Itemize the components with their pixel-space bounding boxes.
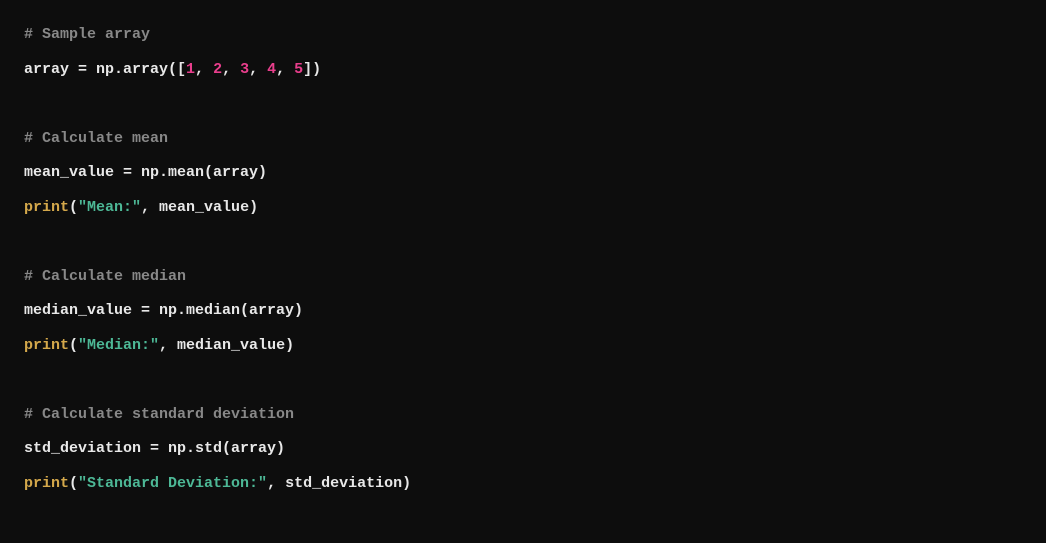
code-line: median_value = np.median(array) xyxy=(24,294,1022,329)
code-token-string: "Standard Deviation:" xyxy=(78,475,267,492)
code-line: # Calculate standard deviation xyxy=(24,398,1022,433)
code-comment: # Sample array xyxy=(24,26,150,43)
code-token-string: "Mean:" xyxy=(78,199,141,216)
code-token-number: 5 xyxy=(294,61,303,78)
code-line: print("Standard Deviation:", std_deviati… xyxy=(24,467,1022,502)
code-token-default: , std_deviation) xyxy=(267,475,411,492)
code-line xyxy=(24,363,1022,398)
code-token-default: , mean_value) xyxy=(141,199,258,216)
code-token-default: ( xyxy=(69,337,78,354)
code-token-default: , median_value) xyxy=(159,337,294,354)
code-token-default: mean_value = np.mean(array) xyxy=(24,164,267,181)
code-comment: # Calculate standard deviation xyxy=(24,406,294,423)
code-token-number: 2 xyxy=(213,61,222,78)
code-line: std_deviation = np.std(array) xyxy=(24,432,1022,467)
code-token-number: 1 xyxy=(186,61,195,78)
code-token-default: , xyxy=(222,61,240,78)
code-token-default: ( xyxy=(69,199,78,216)
code-line: array = np.array([1, 2, 3, 4, 5]) xyxy=(24,53,1022,88)
code-line xyxy=(24,87,1022,122)
code-block: # Sample array array = np.array([1, 2, 3,… xyxy=(24,18,1022,501)
code-token-default: array = np.array([ xyxy=(24,61,186,78)
code-line: print("Median:", median_value) xyxy=(24,329,1022,364)
code-token-default: , xyxy=(249,61,267,78)
code-token-builtin: print xyxy=(24,475,69,492)
code-token-string: "Median:" xyxy=(78,337,159,354)
code-token-default: median_value = np.median(array) xyxy=(24,302,303,319)
code-line: print("Mean:", mean_value) xyxy=(24,191,1022,226)
code-token-default: std_deviation = np.std(array) xyxy=(24,440,285,457)
code-comment: # Calculate mean xyxy=(24,130,168,147)
code-token-default: , xyxy=(195,61,213,78)
code-token-default: ( xyxy=(69,475,78,492)
code-token-default: ]) xyxy=(303,61,321,78)
code-token-number: 3 xyxy=(240,61,249,78)
code-token-builtin: print xyxy=(24,199,69,216)
code-comment: # Calculate median xyxy=(24,268,186,285)
code-token-number: 4 xyxy=(267,61,276,78)
code-line: # Sample array xyxy=(24,18,1022,53)
code-line xyxy=(24,225,1022,260)
code-line: mean_value = np.mean(array) xyxy=(24,156,1022,191)
code-line: # Calculate median xyxy=(24,260,1022,295)
code-token-builtin: print xyxy=(24,337,69,354)
code-line: # Calculate mean xyxy=(24,122,1022,157)
code-token-default: , xyxy=(276,61,294,78)
